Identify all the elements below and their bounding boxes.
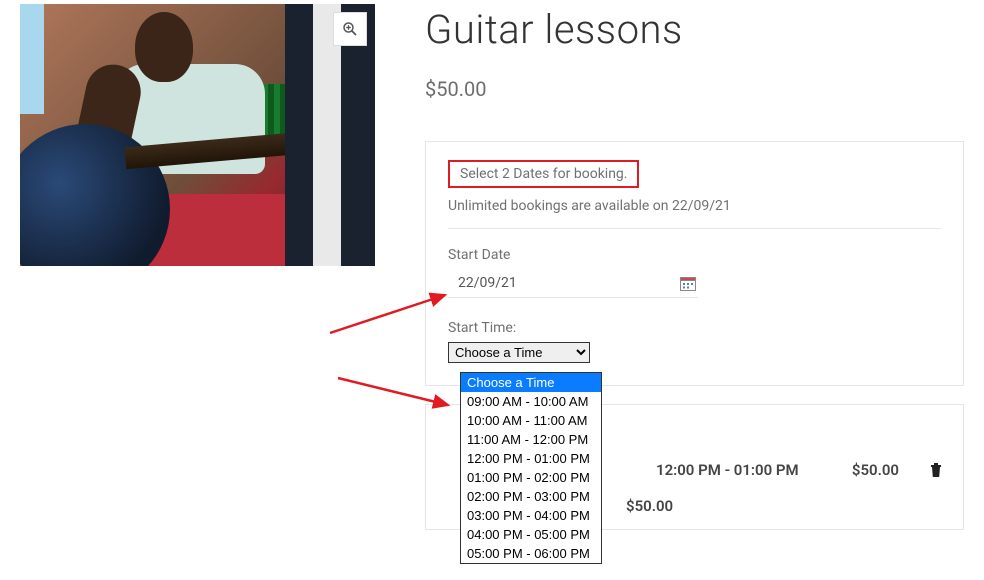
availability-text: Unlimited bookings are available on 22/0… bbox=[448, 198, 941, 229]
time-option[interactable]: 01:00 PM - 02:00 PM bbox=[461, 468, 601, 487]
time-option[interactable]: 04:00 PM - 05:00 PM bbox=[461, 525, 601, 544]
zoom-button[interactable] bbox=[333, 12, 367, 46]
start-date-input[interactable]: 22/09/21 bbox=[448, 269, 698, 298]
time-option[interactable]: 11:00 AM - 12:00 PM bbox=[461, 430, 601, 449]
calendar-icon[interactable] bbox=[680, 276, 696, 291]
search-plus-icon bbox=[342, 21, 358, 37]
select-dates-notice: Select 2 Dates for booking. bbox=[448, 160, 639, 188]
time-option[interactable]: Choose a Time bbox=[461, 373, 601, 392]
product-price: $50.00 bbox=[425, 77, 964, 101]
time-option[interactable]: 12:00 PM - 01:00 PM bbox=[461, 449, 601, 468]
start-date-label: Start Date bbox=[448, 247, 941, 263]
time-option[interactable]: 10:00 AM - 11:00 AM bbox=[461, 411, 601, 430]
time-option[interactable]: 02:00 PM - 03:00 PM bbox=[461, 487, 601, 506]
start-time-dropdown-list[interactable]: Choose a Time09:00 AM - 10:00 AM10:00 AM… bbox=[460, 372, 602, 564]
product-image[interactable] bbox=[20, 4, 375, 266]
summary-row-time: 12:00 PM - 01:00 PM bbox=[656, 461, 822, 479]
start-date-value: 22/09/21 bbox=[450, 275, 517, 291]
time-option[interactable]: 05:00 PM - 06:00 PM bbox=[461, 544, 601, 563]
trash-icon[interactable] bbox=[929, 462, 943, 478]
time-option[interactable]: 09:00 AM - 10:00 AM bbox=[461, 392, 601, 411]
product-title: Guitar lessons bbox=[425, 6, 964, 53]
booking-card: Select 2 Dates for booking. Unlimited bo… bbox=[425, 141, 964, 386]
start-time-label: Start Time: bbox=[448, 320, 941, 336]
start-time-select[interactable]: Choose a Time bbox=[448, 342, 590, 363]
summary-row-price: $50.00 bbox=[852, 461, 899, 479]
time-option[interactable]: 03:00 PM - 04:00 PM bbox=[461, 506, 601, 525]
